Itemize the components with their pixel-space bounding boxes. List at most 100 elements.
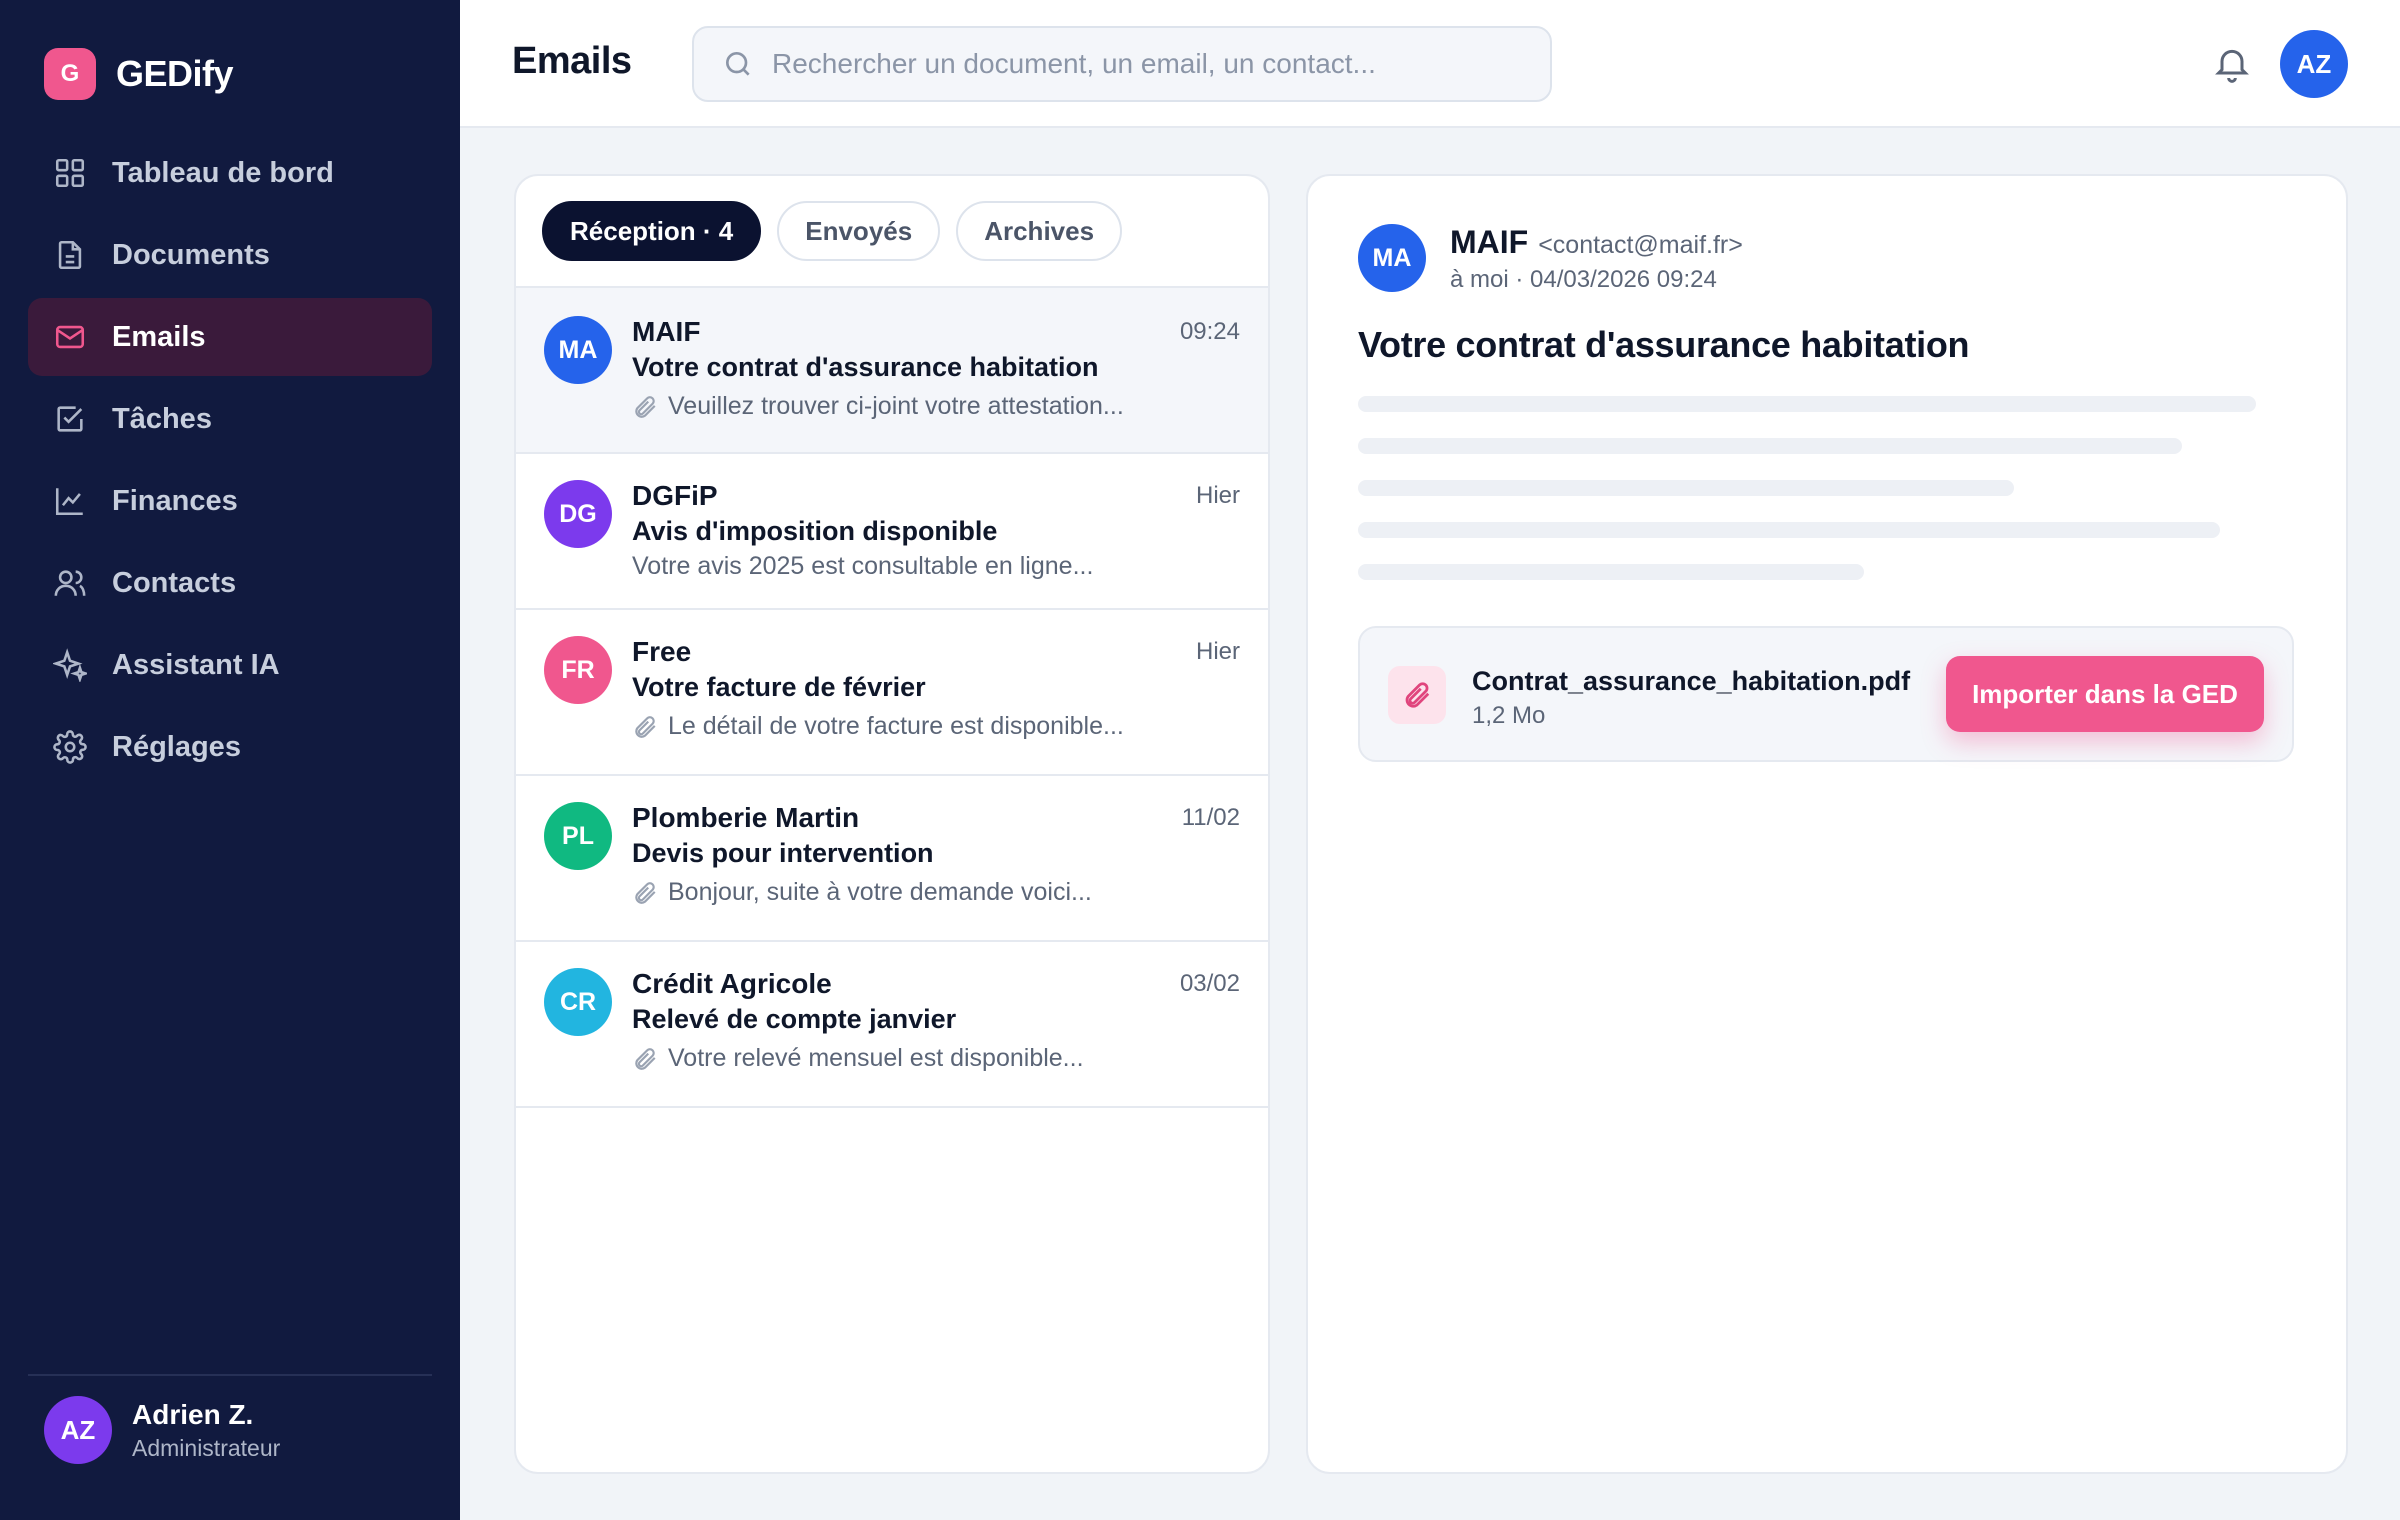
sender-avatar: PL: [544, 802, 612, 870]
email-row[interactable]: CR Crédit Agricole 03/02 Relevé de compt…: [516, 942, 1268, 1108]
page-title: Emails: [512, 40, 632, 82]
email-time: 11/02: [1181, 804, 1240, 831]
paperclip-icon: [632, 880, 658, 906]
email-preview: Veuillez trouver ci-joint votre attestat…: [632, 392, 1124, 421]
sender-avatar: MA: [544, 316, 612, 384]
email-time: 03/02: [1179, 970, 1240, 997]
sidebar-item-contacts[interactable]: Contacts: [28, 544, 432, 622]
sidebar-item-label: Réglages: [112, 730, 241, 763]
search-input[interactable]: [772, 48, 1532, 80]
mail-tabs: Réception · 4 Envoyés Archives: [516, 176, 1268, 288]
email-subject: Votre facture de février: [632, 672, 926, 702]
tab-archives[interactable]: Archives: [956, 201, 1123, 261]
contacts-icon: [52, 565, 88, 601]
body-placeholder-line: [1358, 438, 2182, 454]
sidebar-item-label: Documents: [112, 238, 270, 271]
email-preview: Le détail de votre facture est disponibl…: [632, 712, 1124, 741]
sidebar-divider: [28, 1374, 432, 1376]
email-row[interactable]: MA MAIF 09:24 Votre contrat d'assurance …: [516, 288, 1268, 454]
sidebar-item-label: Contacts: [112, 566, 237, 599]
sidebar-item-label: Finances: [112, 484, 238, 517]
email-preview-text: Veuillez trouver ci-joint votre attestat…: [668, 392, 1124, 420]
sidebar-item-label: Assistant IA: [112, 648, 280, 681]
sparkle-icon: [52, 647, 88, 683]
email-time: Hier: [1195, 482, 1240, 509]
sidebar-item-label: Tâches: [112, 402, 212, 435]
sidebar-item-emails[interactable]: Emails: [28, 298, 432, 376]
attachment-name[interactable]: Contrat_assurance_habitation.pdf: [1472, 666, 1910, 697]
paperclip-icon: [632, 1046, 658, 1072]
chart-line-icon: [52, 483, 88, 519]
brand-name: GEDify: [116, 53, 234, 94]
sender-avatar: CR: [544, 968, 612, 1036]
paperclip-icon: [632, 714, 658, 740]
email-subject: Votre contrat d'assurance habitation: [632, 352, 1099, 382]
sidebar-item-assistant[interactable]: Assistant IA: [28, 626, 432, 704]
tab-sent[interactable]: Envoyés: [777, 201, 941, 261]
detail-from: MAIF <contact@maif.fr>: [1450, 224, 1743, 261]
email-sender: MAIF: [632, 316, 701, 347]
detail-meta: à moi · 04/03/2026 09:24: [1450, 266, 1717, 293]
document-icon: [52, 237, 88, 273]
email-subject: Devis pour intervention: [632, 838, 934, 868]
sidebar-item-finances[interactable]: Finances: [28, 462, 432, 540]
body-placeholder-line: [1358, 396, 2256, 412]
body-placeholder-line: [1358, 480, 2014, 496]
detail-subject: Votre contrat d'assurance habitation: [1358, 324, 1970, 365]
sender-avatar: DG: [544, 480, 612, 548]
email-sender: DGFiP: [632, 480, 718, 511]
user-avatar: AZ: [44, 1396, 112, 1464]
email-row[interactable]: FR Free Hier Votre facture de février Le…: [516, 610, 1268, 776]
mail-icon: [52, 319, 88, 355]
email-time: 09:24: [1179, 318, 1240, 345]
body-placeholder-line: [1358, 522, 2220, 538]
email-row[interactable]: PL Plomberie Martin 11/02 Devis pour int…: [516, 776, 1268, 942]
brand[interactable]: G GEDify: [44, 48, 234, 100]
email-preview: Bonjour, suite à votre demande voici...: [632, 878, 1092, 907]
import-to-ged-button[interactable]: Importer dans la GED: [1946, 656, 2264, 732]
attachment-size: 1,2 Mo: [1472, 702, 1546, 729]
gear-icon: [52, 729, 88, 765]
email-preview: Votre relevé mensuel est disponible...: [632, 1044, 1084, 1073]
paperclip-icon: [632, 394, 658, 420]
sidebar-item-settings[interactable]: Réglages: [28, 708, 432, 786]
body-placeholder-line: [1358, 564, 1864, 580]
search-icon: [722, 48, 754, 80]
dashboard-icon: [52, 155, 88, 191]
header-avatar[interactable]: AZ: [2280, 30, 2348, 98]
sidebar-nav: Tableau de bord Documents Emails Tâches …: [28, 134, 432, 790]
email-subject: Relevé de compte janvier: [632, 1004, 957, 1034]
email-sender: Plomberie Martin: [632, 802, 860, 833]
search-bar[interactable]: [692, 26, 1552, 102]
email-preview-text: Bonjour, suite à votre demande voici...: [668, 878, 1092, 906]
email-preview-text: Votre relevé mensuel est disponible...: [668, 1044, 1084, 1072]
paperclip-icon: [1388, 666, 1446, 724]
top-header: Emails AZ: [460, 0, 2400, 128]
sidebar: G GEDify Tableau de bord Documents Email…: [0, 0, 460, 1520]
detail-sender-email: <contact@maif.fr>: [1538, 231, 1743, 259]
tab-inbox[interactable]: Réception · 4: [542, 201, 762, 261]
sidebar-item-documents[interactable]: Documents: [28, 216, 432, 294]
email-preview-text: Votre avis 2025 est consultable en ligne…: [632, 552, 1094, 580]
user-info: Adrien Z. Administrateur: [132, 1399, 280, 1462]
email-sender: Free: [632, 636, 692, 667]
user-profile[interactable]: AZ Adrien Z. Administrateur: [44, 1396, 280, 1464]
sidebar-item-tasks[interactable]: Tâches: [28, 380, 432, 458]
email-preview-text: Le détail de votre facture est disponibl…: [668, 712, 1124, 740]
sidebar-item-label: Tableau de bord: [112, 156, 334, 189]
email-time: Hier: [1195, 638, 1240, 665]
attachment-card: Contrat_assurance_habitation.pdf 1,2 Mo …: [1358, 626, 2294, 762]
user-name: Adrien Z.: [132, 1398, 254, 1430]
detail-sender: MAIF: [1450, 224, 1529, 260]
sender-avatar: FR: [544, 636, 612, 704]
email-list-panel: Réception · 4 Envoyés Archives MA MAIF 0…: [514, 174, 1270, 1474]
email-sender: Crédit Agricole: [632, 968, 832, 999]
brand-logo: G: [44, 48, 96, 100]
task-check-icon: [52, 401, 88, 437]
sidebar-item-label: Emails: [112, 320, 206, 353]
email-preview: Votre avis 2025 est consultable en ligne…: [632, 552, 1093, 581]
detail-sender-avatar: MA: [1358, 224, 1426, 292]
email-row[interactable]: DG DGFiP Hier Avis d'imposition disponib…: [516, 454, 1268, 610]
bell-icon[interactable]: [2212, 42, 2252, 84]
sidebar-item-dashboard[interactable]: Tableau de bord: [28, 134, 432, 212]
